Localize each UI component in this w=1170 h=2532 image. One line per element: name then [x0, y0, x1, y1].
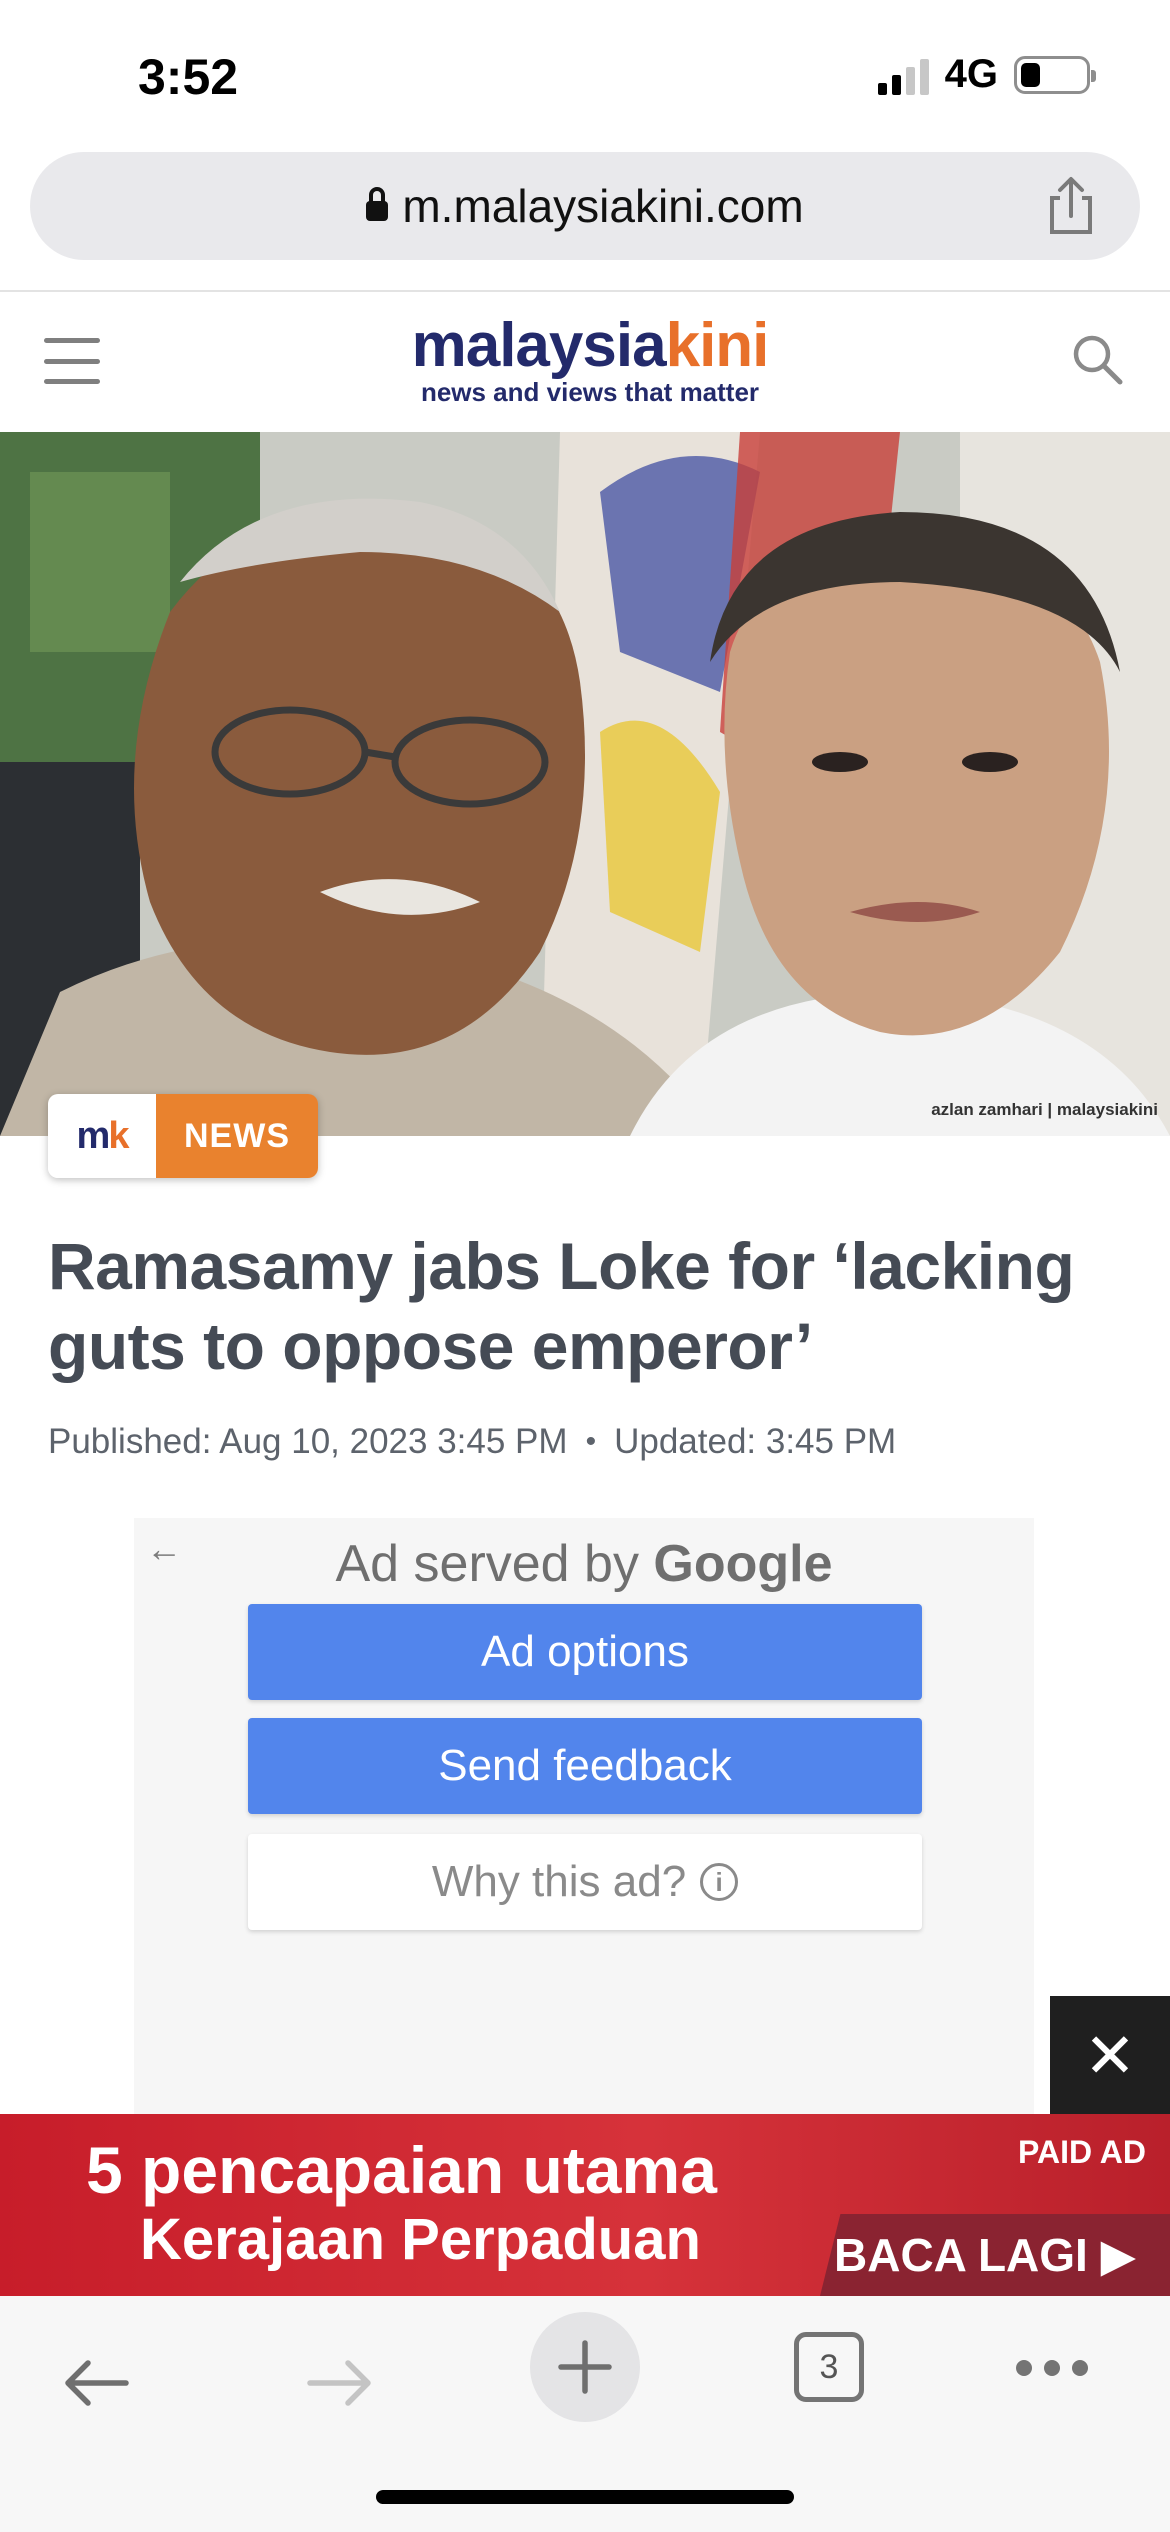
status-indicators: 4G: [877, 52, 1096, 97]
published-date: Published: Aug 10, 2023 3:45 PM: [48, 1422, 568, 1461]
logo-tagline: news and views that matter: [420, 377, 760, 407]
close-ad-button[interactable]: ✕: [1050, 1996, 1170, 2114]
ad-options-button[interactable]: Ad options: [248, 1604, 922, 1700]
battery-level: [1021, 62, 1040, 87]
article-hero-image: azlan zamhari | malaysiakini: [0, 432, 1170, 1136]
google-wordmark: Google: [653, 1535, 833, 1593]
search-icon[interactable]: [1070, 332, 1126, 388]
article-meta: Published: Aug 10, 2023 3:45 PM • Update…: [48, 1422, 896, 1462]
google-ad-panel: ← Ad served by Google Ad options Send fe…: [134, 1518, 1034, 2114]
hamburger-menu-icon[interactable]: [44, 338, 100, 384]
logo-text-accent: kini: [665, 311, 770, 380]
paid-ad-label: PAID AD: [1018, 2134, 1146, 2170]
forward-arrow-icon: [307, 2360, 371, 2406]
back-button[interactable]: [36, 2328, 156, 2438]
banner-headline: 5 pencapaian utama: [86, 2133, 717, 2207]
network-type: 4G: [944, 52, 998, 96]
plus-icon: [558, 2340, 612, 2394]
home-indicator[interactable]: [376, 2490, 794, 2504]
updated-date: Updated: 3:45 PM: [614, 1422, 897, 1461]
signal-icon: [877, 55, 929, 95]
send-feedback-button[interactable]: Send feedback: [248, 1718, 922, 1814]
paid-ad-banner[interactable]: 5 pencapaian utama Kerajaan Perpaduan PA…: [0, 2114, 1170, 2296]
status-bar: 3:52 4G: [0, 0, 1170, 150]
url-text: m.malaysiakini.com: [402, 180, 804, 232]
why-this-ad-label: Why this ad?: [431, 1857, 687, 1906]
logo-text-primary: malaysia: [411, 311, 667, 380]
status-time: 3:52: [138, 49, 239, 105]
why-this-ad-button[interactable]: Why this ad? i: [248, 1834, 922, 1930]
site-header: malaysiakini news and views that matter: [0, 292, 1170, 432]
new-tab-button[interactable]: [530, 2312, 640, 2422]
site-logo[interactable]: malaysiakini news and views that matter: [390, 311, 790, 407]
url-display[interactable]: m.malaysiakini.com: [366, 179, 804, 233]
read-more-button[interactable]: BACA LAGI ▶: [834, 2228, 1136, 2282]
hero-photo: [0, 432, 1170, 1136]
banner-subheadline: Kerajaan Perpaduan: [140, 2207, 701, 2272]
more-icon[interactable]: [1016, 2360, 1088, 2376]
ad-served-by: Ad served by Google: [335, 1535, 833, 1593]
meta-separator: •: [585, 1425, 597, 1458]
photo-credit: azlan zamhari | malaysiakini: [931, 1100, 1158, 1119]
mk-logo-icon: mk: [48, 1094, 156, 1178]
tab-switcher-button[interactable]: 3: [794, 2332, 864, 2402]
battery-icon: [1014, 55, 1096, 94]
category-label: NEWS: [156, 1094, 318, 1178]
back-arrow-icon: [65, 2360, 129, 2406]
info-icon: i: [700, 1863, 739, 1901]
lock-icon: [366, 187, 389, 223]
article-headline: Ramasamy jabs Loke for ‘lacking guts to …: [48, 1229, 1075, 1383]
forward-button[interactable]: [280, 2328, 400, 2438]
address-bar[interactable]: m.malaysiakini.com: [30, 152, 1140, 260]
category-badge[interactable]: mk NEWS: [48, 1094, 318, 1178]
share-icon[interactable]: [1042, 176, 1100, 236]
